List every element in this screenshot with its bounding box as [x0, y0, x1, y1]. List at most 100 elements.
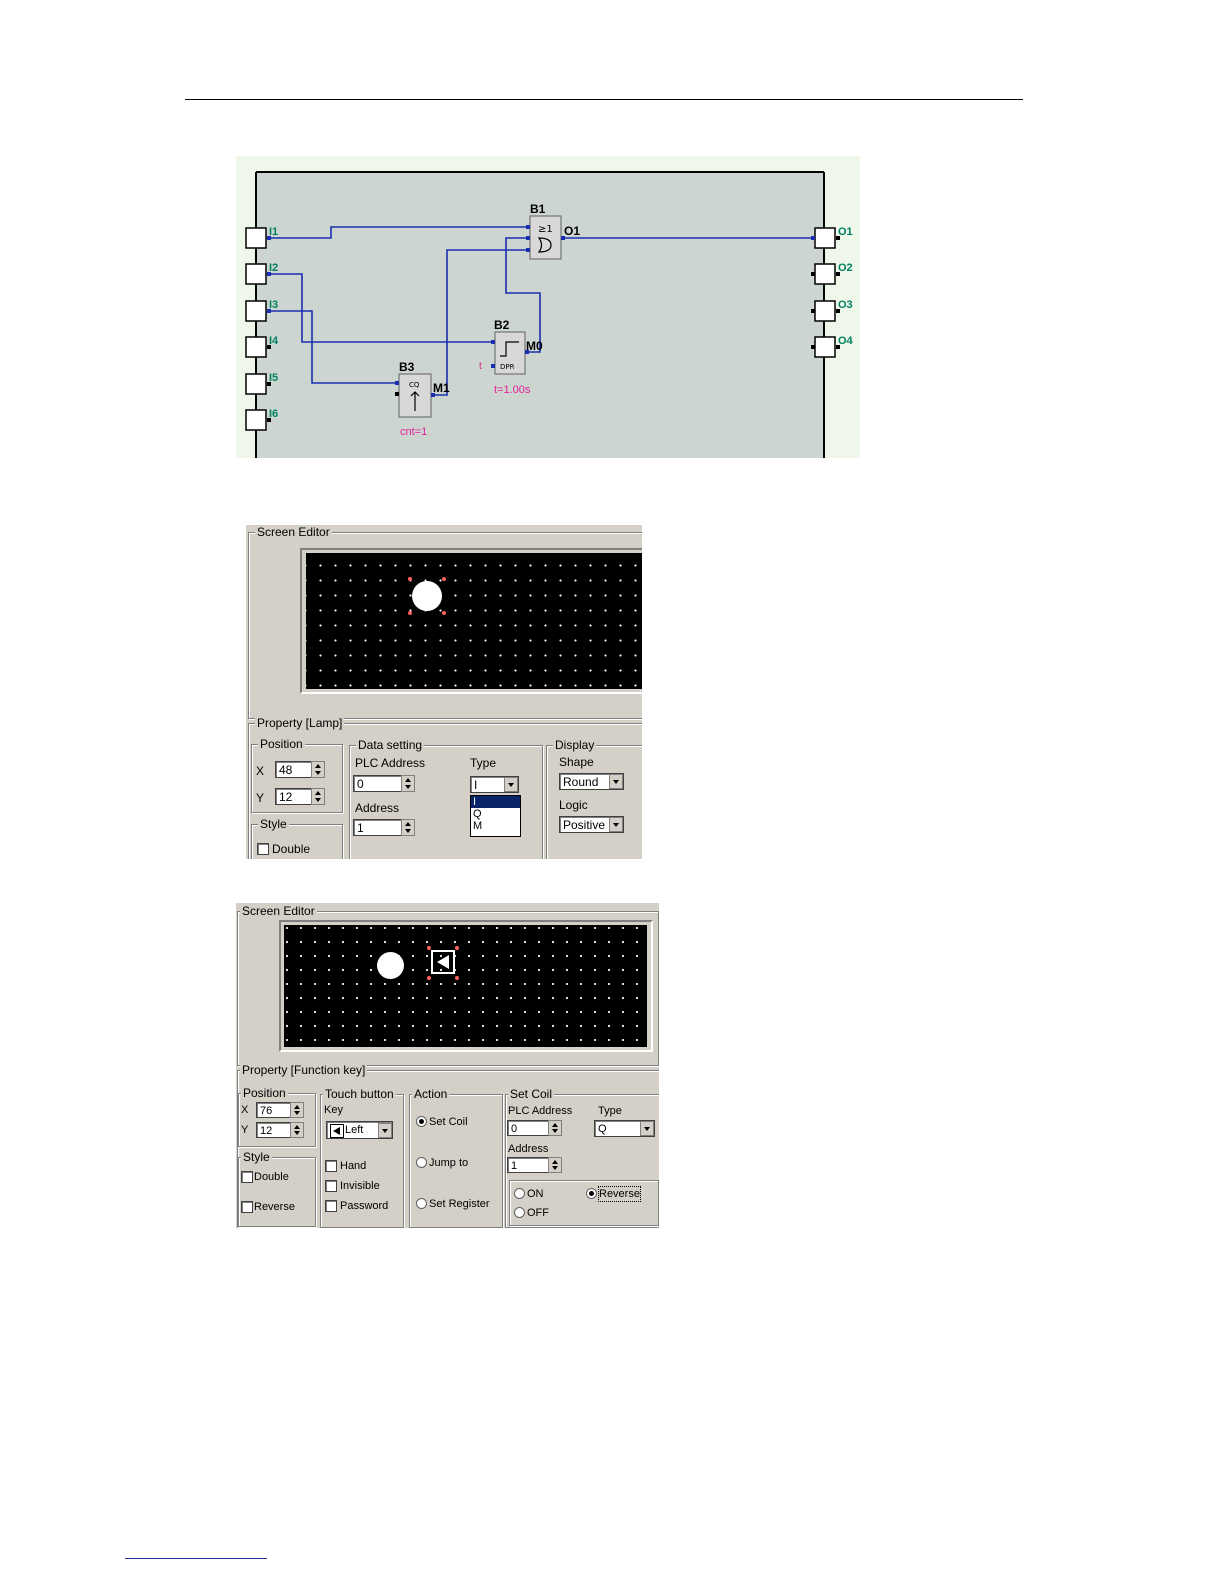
lamp-dialog: Screen Editor Property [Lamp] Position X… [246, 525, 642, 859]
type-option-i[interactable]: I [471, 796, 520, 808]
fkey-hand-checkbox[interactable] [325, 1160, 337, 1172]
output-terminal-o3[interactable] [814, 300, 836, 322]
input-terminal-i2[interactable] [245, 263, 267, 285]
fkey-position-title: Position [241, 1086, 288, 1100]
fkey-address-input[interactable]: 1 [507, 1157, 549, 1173]
b1-output-label: O1 [564, 224, 580, 238]
lamp-plc-address-label: PLC Address [355, 756, 426, 770]
lamp-plc-address-stepper[interactable] [401, 775, 415, 792]
lamp-screen-editor-title: Screen Editor [255, 525, 332, 539]
lamp-double-label: Double [272, 842, 311, 856]
fkey-y-input[interactable]: 12 [256, 1122, 291, 1138]
lamp-style-title: Style [258, 817, 289, 831]
b1-name: B1 [530, 202, 546, 216]
output-terminal-o4[interactable] [814, 336, 836, 358]
function-key-dialog: Screen Editor Property [Function key] Po… [236, 903, 659, 1228]
lamp-plc-address-input[interactable]: 0 [353, 775, 402, 792]
output-label-o2: O2 [838, 262, 853, 274]
input-terminal-i5[interactable] [245, 373, 267, 395]
type-option-q[interactable]: Q [471, 808, 520, 820]
fkey-password-label: Password [340, 1200, 389, 1212]
lamp-x-label: X [256, 764, 265, 778]
fkey-double-checkbox[interactable] [241, 1171, 253, 1183]
fkey-key-dropdown-arrow-icon[interactable] [378, 1123, 392, 1138]
b2-symbol: DPR [500, 363, 515, 371]
b3-name: B3 [399, 360, 415, 374]
function-block-diagram: I1 I2 I3 I4 I5 I6 O1 O2 O3 O4 ≥1 B1 O1 D… [236, 156, 860, 458]
lamp-address-stepper[interactable] [401, 819, 415, 836]
lamp-type-options-list[interactable]: I Q M [470, 795, 521, 837]
left-arrow-key-icon[interactable] [431, 950, 455, 974]
type-option-m[interactable]: M [471, 820, 520, 832]
fkey-type-label: Type [598, 1105, 622, 1117]
fkey-on-label: ON [527, 1188, 544, 1200]
fkey-touch-button-title: Touch button [323, 1087, 396, 1101]
fkey-set-coil-radio[interactable] [416, 1116, 427, 1127]
output-label-o1: O1 [838, 226, 853, 238]
lamp-position-title: Position [258, 737, 305, 751]
lamp-address-input[interactable]: 1 [353, 819, 402, 836]
fkey-off-label: OFF [527, 1207, 549, 1219]
input-terminal-i1[interactable] [245, 227, 267, 249]
lamp-type-dropdown-arrow-icon[interactable] [504, 777, 518, 792]
fkey-x-stepper[interactable] [290, 1102, 304, 1118]
fkey-type-dropdown-arrow-icon[interactable] [640, 1121, 654, 1136]
lamp-y-stepper[interactable] [311, 788, 325, 805]
fkey-style-title: Style [241, 1150, 272, 1164]
footer-link-rule [125, 1558, 267, 1559]
lamp-data-setting-title: Data setting [356, 738, 425, 752]
fkey-set-coil-label: Set Coil [429, 1116, 468, 1128]
fkey-screen-canvas[interactable] [284, 925, 647, 1047]
b3-output-label: M1 [433, 381, 450, 395]
fkey-set-register-radio[interactable] [416, 1198, 427, 1209]
left-key-icon [330, 1124, 344, 1138]
fkey-invisible-checkbox[interactable] [325, 1180, 337, 1192]
fkey-property-title: Property [Function key] [240, 1063, 368, 1077]
lamp-logic-label: Logic [559, 798, 588, 812]
fkey-y-stepper[interactable] [290, 1122, 304, 1138]
fkey-invisible-label: Invisible [340, 1180, 380, 1192]
fkey-set-coil-title: Set Coil [508, 1087, 555, 1101]
input-terminal-i3[interactable] [245, 300, 267, 322]
fkey-jump-to-radio[interactable] [416, 1157, 427, 1168]
fkey-x-label: X [241, 1104, 249, 1116]
lamp-shape-dropdown-arrow-icon[interactable] [609, 774, 623, 789]
output-terminal-o2[interactable] [814, 263, 836, 285]
lamp-x-input[interactable]: 48 [275, 761, 312, 778]
fkey-x-input[interactable]: 76 [256, 1102, 291, 1118]
lamp-type-label: Type [470, 756, 497, 770]
fkey-action-title: Action [412, 1087, 450, 1101]
fkey-set-register-label: Set Register [429, 1198, 490, 1210]
output-label-o3: O3 [838, 299, 853, 311]
input-terminal-i4[interactable] [245, 336, 267, 358]
lamp-y-input[interactable]: 12 [275, 788, 312, 805]
lamp-icon[interactable] [377, 952, 404, 979]
lamp-screen-canvas[interactable] [306, 553, 642, 689]
input-label-i2: I2 [269, 262, 278, 274]
output-terminal-o1[interactable] [814, 227, 836, 249]
fkey-reverse-radio[interactable] [586, 1188, 597, 1199]
fkey-reverse-label: Reverse [254, 1201, 295, 1213]
fkey-reverse-checkbox[interactable] [241, 1201, 253, 1213]
input-terminal-i6[interactable] [245, 409, 267, 431]
lamp-x-stepper[interactable] [311, 761, 325, 778]
input-label-i1: I1 [269, 226, 278, 238]
lamp-logic-dropdown-arrow-icon[interactable] [609, 817, 623, 832]
lamp-icon[interactable] [412, 581, 442, 611]
fkey-style-group: Style [238, 1150, 316, 1227]
fkey-plc-address-stepper[interactable] [548, 1120, 562, 1136]
input-label-i5: I5 [269, 372, 278, 384]
lamp-property-title: Property [Lamp] [255, 716, 345, 730]
input-label-i3: I3 [269, 299, 278, 311]
fkey-plc-address-input[interactable]: 0 [507, 1120, 549, 1136]
fkey-off-radio[interactable] [514, 1207, 525, 1218]
fkey-password-checkbox[interactable] [325, 1200, 337, 1212]
lamp-double-checkbox[interactable] [257, 843, 269, 855]
fkey-address-stepper[interactable] [548, 1157, 562, 1173]
fkey-screen-editor-title: Screen Editor [240, 904, 317, 918]
fkey-double-label: Double [254, 1171, 289, 1183]
lamp-y-label: Y [256, 791, 265, 805]
input-label-i6: I6 [269, 408, 278, 420]
fkey-on-radio[interactable] [514, 1188, 525, 1199]
fkey-jump-to-label: Jump to [429, 1157, 469, 1169]
